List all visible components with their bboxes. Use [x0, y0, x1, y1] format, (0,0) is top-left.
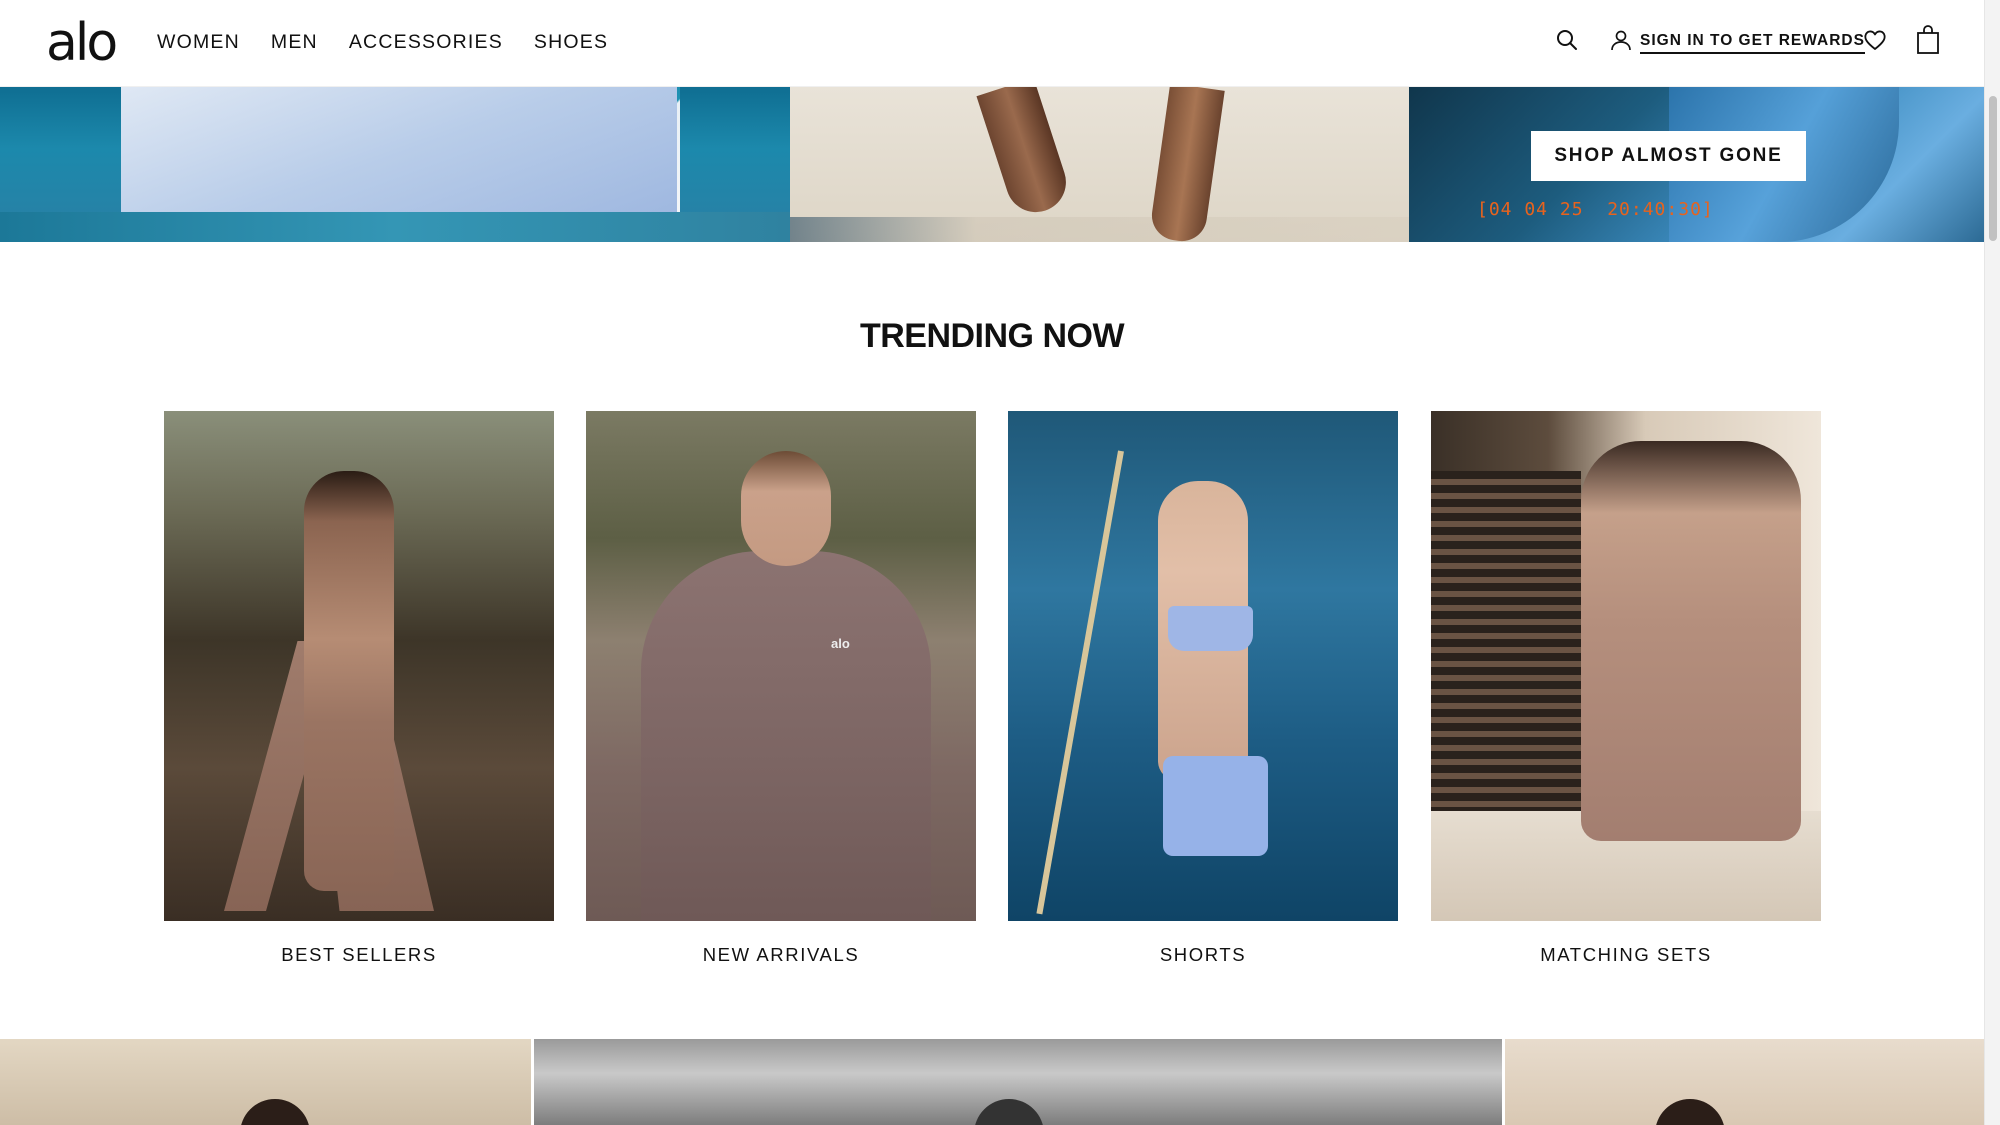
- site-header: alo WOMEN MEN ACCESSORIES SHOES SIGN IN …: [0, 0, 1984, 87]
- category-image: alo: [586, 411, 976, 921]
- nav-item-accessories[interactable]: ACCESSORIES: [349, 30, 503, 54]
- main-nav: WOMEN MEN ACCESSORIES SHOES: [157, 30, 639, 54]
- shopping-bag-icon[interactable]: [1916, 25, 1940, 55]
- hero-image-sailboat: [0, 87, 790, 242]
- category-label: SHORTS: [1159, 944, 1247, 965]
- category-label: NEW ARRIVALS: [702, 944, 860, 965]
- banner-image-left: [0, 1039, 531, 1125]
- category-label: BEST SELLERS: [281, 944, 437, 965]
- nav-item-men[interactable]: MEN: [271, 30, 318, 54]
- sweatshirt-logo: alo: [831, 636, 850, 651]
- page-scrollbar[interactable]: [1984, 0, 2000, 1125]
- alo-logo[interactable]: alo: [46, 13, 122, 73]
- countdown-timer: [04 04 25 20:40:30]: [1477, 199, 1714, 220]
- category-image: [1431, 411, 1821, 921]
- sign-in-label: SIGN IN TO GET REWARDS: [1640, 32, 1865, 54]
- sign-in-link[interactable]: SIGN IN TO GET REWARDS: [1610, 29, 1865, 56]
- heart-icon[interactable]: [1862, 27, 1888, 53]
- bottom-banner[interactable]: [0, 1039, 1984, 1125]
- search-icon[interactable]: [1555, 28, 1579, 52]
- svg-text:alo: alo: [46, 14, 115, 68]
- user-icon: [1610, 29, 1632, 56]
- alo-logo-mark: alo: [46, 13, 118, 73]
- category-card-matching-sets[interactable]: MATCHING SETS: [1431, 411, 1821, 967]
- scrollbar-thumb[interactable]: [1989, 96, 1997, 241]
- banner-image-center: [534, 1039, 1502, 1125]
- category-card-new-arrivals[interactable]: alo NEW ARRIVALS: [586, 411, 976, 967]
- category-image: [164, 411, 554, 921]
- section-title: TRENDING NOW: [859, 317, 1125, 355]
- category-label: MATCHING SETS: [1540, 944, 1712, 965]
- banner-image-right: [1505, 1039, 1984, 1125]
- category-card-shorts[interactable]: SHORTS: [1008, 411, 1398, 967]
- shop-almost-gone-button[interactable]: SHOP ALMOST GONE: [1531, 131, 1806, 181]
- category-card-best-sellers[interactable]: BEST SELLERS: [164, 411, 554, 967]
- nav-item-shoes[interactable]: SHOES: [534, 30, 608, 54]
- hero-image-legs: [790, 87, 1409, 242]
- nav-item-women[interactable]: WOMEN: [157, 30, 240, 54]
- category-image: [1008, 411, 1398, 921]
